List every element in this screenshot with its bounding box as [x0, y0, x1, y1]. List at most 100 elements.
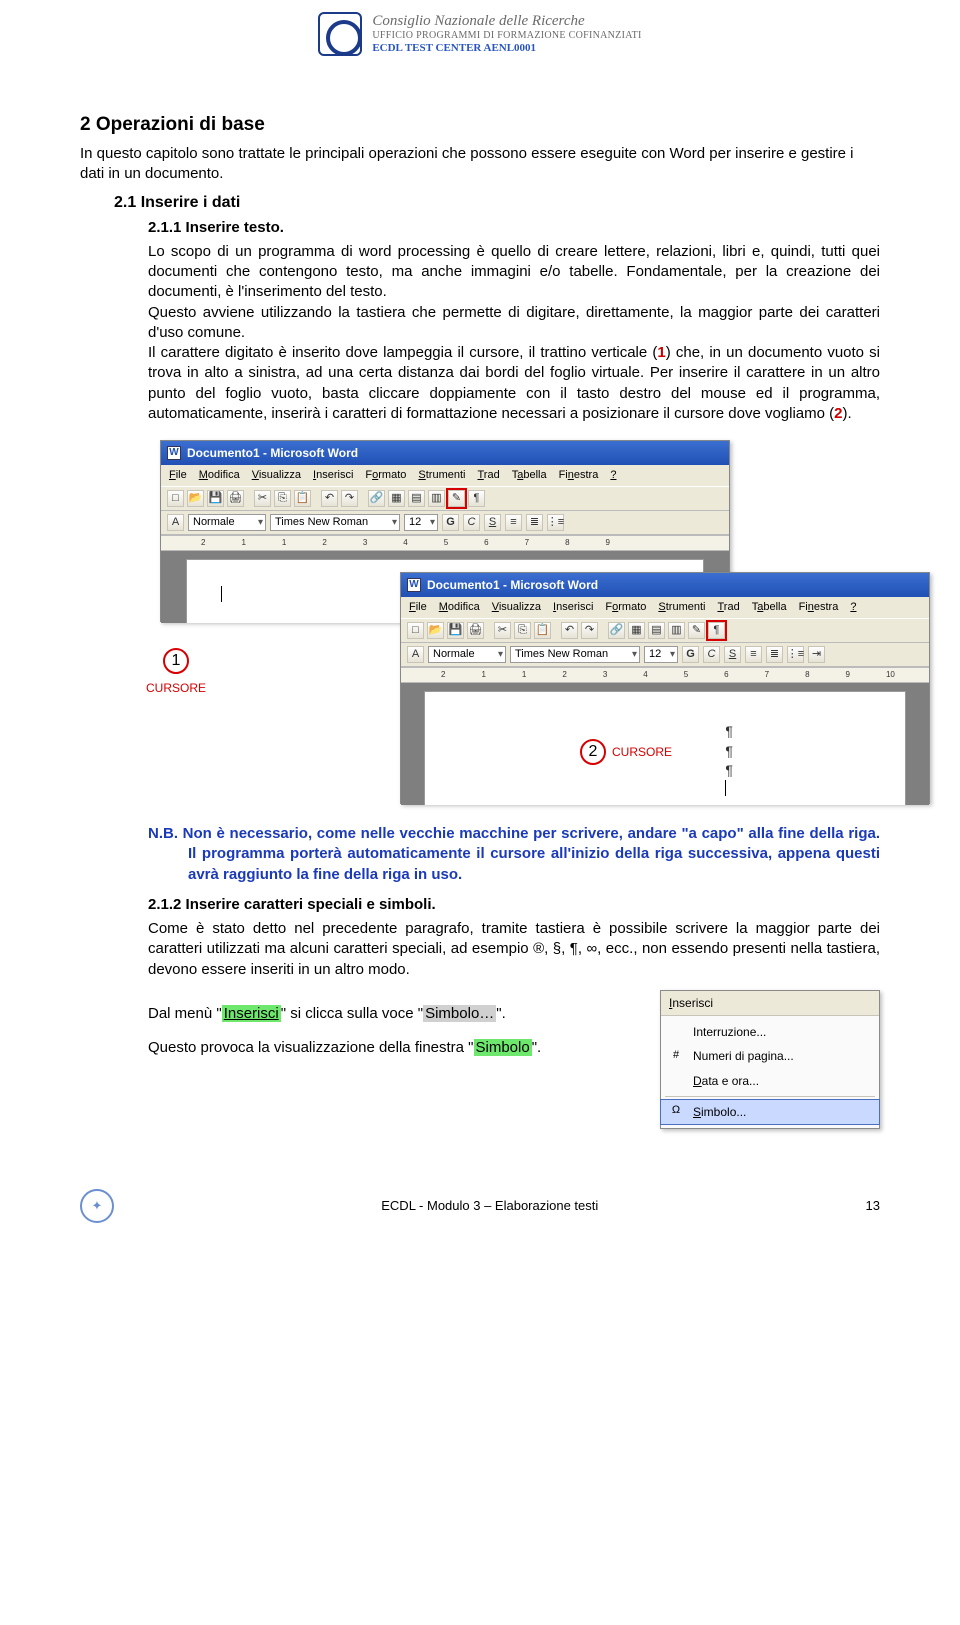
open-icon[interactable]: 📂 [427, 622, 444, 639]
print-icon[interactable]: 🖨 [227, 490, 244, 507]
excel-icon[interactable]: ▤ [648, 622, 665, 639]
paste-icon[interactable]: 📋 [294, 490, 311, 507]
cut-icon[interactable]: ✂ [254, 490, 271, 507]
pilcrow-marks: ¶¶¶ [725, 722, 733, 781]
copy-icon[interactable]: ⎘ [514, 622, 531, 639]
toolbar-standard: □ 📂 💾 🖨 ✂ ⎘ 📋 ↶ ↷ 🔗 ▦ ▤ ▥ ✎ ¶ [161, 486, 729, 511]
cut-icon[interactable]: ✂ [494, 622, 511, 639]
menu-trad[interactable]: Trad [477, 468, 499, 483]
titlebar: W Documento1 - Microsoft Word [161, 441, 729, 465]
ref-2: 2 [834, 405, 842, 422]
columns-icon[interactable]: ▥ [428, 490, 445, 507]
menu-visualizza[interactable]: Visualizza [492, 600, 541, 615]
pilcrow-icon[interactable]: ¶ [708, 622, 725, 639]
new-icon[interactable]: □ [407, 622, 424, 639]
redo-icon[interactable]: ↷ [581, 622, 598, 639]
menu-modifica[interactable]: Modifica [439, 600, 480, 615]
align-left-icon[interactable]: ≡ [505, 514, 522, 531]
callout-1-label: CURSORE [146, 680, 206, 696]
paragraph-4: Come è stato detto nel precedente paragr… [148, 919, 880, 980]
callout-1: 1 CURSORE [146, 648, 206, 696]
bold-icon[interactable]: G [442, 514, 459, 531]
undo-icon[interactable]: ↶ [321, 490, 338, 507]
menu-finestra[interactable]: Finestra [559, 468, 599, 483]
menu-formato[interactable]: Formato [365, 468, 406, 483]
style-combo[interactable]: Normale [188, 514, 266, 531]
menu-visualizza[interactable]: Visualizza [252, 468, 301, 483]
align-just-icon[interactable]: ≣ [526, 514, 543, 531]
align-just-icon[interactable]: ≣ [766, 646, 783, 663]
undo-icon[interactable]: ↶ [561, 622, 578, 639]
menu-item-simbolo[interactable]: Ω Simbolo... [660, 1099, 880, 1125]
underline-icon[interactable]: S [724, 646, 741, 663]
paste-icon[interactable]: 📋 [534, 622, 551, 639]
word-screenshots: W Documento1 - Microsoft Word File Modif… [140, 440, 880, 810]
menu-item-numeri-pagina[interactable]: # Numeri di pagina... [661, 1044, 879, 1068]
menu-file[interactable]: File [169, 468, 187, 483]
menu-tabella[interactable]: Tabella [512, 468, 547, 483]
simbolo-highlight: Simbolo… [423, 1005, 496, 1022]
save-icon[interactable]: 💾 [447, 622, 464, 639]
menu-strumenti[interactable]: Strumenti [418, 468, 465, 483]
drawing-icon[interactable]: ✎ [448, 490, 465, 507]
style-arrow-icon[interactable]: A [407, 646, 424, 663]
italic-icon[interactable]: C [463, 514, 480, 531]
menu-finestra[interactable]: Finestra [799, 600, 839, 615]
menu-formato[interactable]: Formato [605, 600, 646, 615]
menu-modifica[interactable]: Modifica [199, 468, 240, 483]
footer-text: ECDL - Modulo 3 – Elaborazione testi [381, 1197, 598, 1215]
table-icon[interactable]: ▦ [628, 622, 645, 639]
menu-inserisci[interactable]: Inserisci [313, 468, 353, 483]
hyperlink-icon[interactable]: 🔗 [608, 622, 625, 639]
open-icon[interactable]: 📂 [187, 490, 204, 507]
menu-trad[interactable]: Trad [717, 600, 739, 615]
underline-icon[interactable]: S [484, 514, 501, 531]
paragraph-5: Dal menù "Inserisci" si clicca sulla voc… [148, 1004, 644, 1024]
menu-inserisci[interactable]: Inserisci [553, 600, 593, 615]
style-combo[interactable]: Normale [428, 646, 506, 663]
toolbar-formatting: A Normale Times New Roman 12 G C S ≡ ≣ ⋮… [401, 643, 929, 667]
size-combo[interactable]: 12 [404, 514, 438, 531]
bullets-icon[interactable]: ⋮≡ [787, 646, 804, 663]
menu-item-interruzione[interactable]: Interruzione... [661, 1020, 879, 1044]
hyperlink-icon[interactable]: 🔗 [368, 490, 385, 507]
menu-strumenti[interactable]: Strumenti [658, 600, 705, 615]
ruler: 2 1 1 2 3 4 5 6 7 8 9 [161, 535, 729, 551]
ref-1: 1 [657, 344, 665, 361]
page-header: Consiglio Nazionale delle Ricerche UFFIC… [0, 0, 960, 62]
new-icon[interactable]: □ [167, 490, 184, 507]
nb-note: N.B. Non è necessario, come nelle vecchi… [148, 824, 880, 885]
header-line3: ECDL TEST CENTER AENL0001 [372, 42, 641, 55]
bullets-icon[interactable]: ⋮≡ [547, 514, 564, 531]
page-number: 13 [866, 1197, 880, 1215]
inserisci-dropdown-head[interactable]: Inserisci [661, 991, 879, 1016]
word-window-2: W Documento1 - Microsoft Word File Modif… [400, 572, 930, 804]
align-left-icon[interactable]: ≡ [745, 646, 762, 663]
titlebar: W Documento1 - Microsoft Word [401, 573, 929, 597]
save-icon[interactable]: 💾 [207, 490, 224, 507]
font-combo[interactable]: Times New Roman [270, 514, 400, 531]
menu-help[interactable]: ? [850, 600, 856, 615]
columns-icon[interactable]: ▥ [668, 622, 685, 639]
bold-icon[interactable]: G [682, 646, 699, 663]
callout-2: 2 CURSORE [580, 739, 672, 765]
style-arrow-icon[interactable]: A [167, 514, 184, 531]
menu-file[interactable]: File [409, 600, 427, 615]
italic-icon[interactable]: C [703, 646, 720, 663]
indent-icon[interactable]: ⇥ [808, 646, 825, 663]
inserisci-dropdown: Inserisci Interruzione... # Numeri di pa… [660, 990, 880, 1129]
pilcrow-icon[interactable]: ¶ [468, 490, 485, 507]
menu-help[interactable]: ? [610, 468, 616, 483]
excel-icon[interactable]: ▤ [408, 490, 425, 507]
simbolo-window-highlight: Simbolo [474, 1039, 532, 1056]
redo-icon[interactable]: ↷ [341, 490, 358, 507]
menu-tabella[interactable]: Tabella [752, 600, 787, 615]
table-icon[interactable]: ▦ [388, 490, 405, 507]
print-icon[interactable]: 🖨 [467, 622, 484, 639]
size-combo[interactable]: 12 [644, 646, 678, 663]
copy-icon[interactable]: ⎘ [274, 490, 291, 507]
menu-item-data-ora[interactable]: Data e ora... [661, 1069, 879, 1093]
drawing-icon[interactable]: ✎ [688, 622, 705, 639]
paragraph-3: Il carattere digitato è inserito dove la… [148, 343, 880, 424]
font-combo[interactable]: Times New Roman [510, 646, 640, 663]
